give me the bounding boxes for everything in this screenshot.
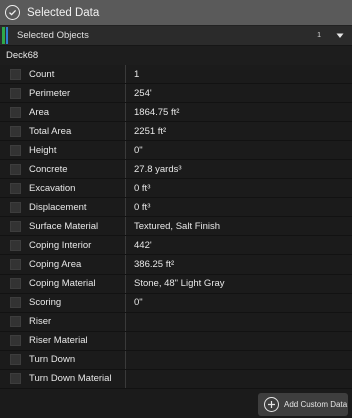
checkbox-cell bbox=[0, 198, 27, 216]
row-label: Height bbox=[27, 141, 126, 160]
table-row: Turn Down bbox=[0, 350, 352, 370]
panel-title: Selected Data bbox=[27, 6, 100, 19]
row-value: 1 bbox=[134, 68, 140, 80]
row-label: Area bbox=[27, 103, 126, 122]
add-custom-data-button[interactable]: Add Custom Data bbox=[258, 393, 348, 416]
object-name: Deck68 bbox=[0, 46, 352, 65]
checkbox-cell bbox=[0, 217, 27, 235]
row-value: 27.8 yards³ bbox=[134, 163, 182, 175]
checkbox-cell bbox=[0, 294, 27, 312]
checkbox-cell bbox=[0, 141, 27, 159]
row-label: Coping Area bbox=[27, 255, 126, 274]
row-label: Riser bbox=[27, 312, 126, 331]
table-row: Riser bbox=[0, 312, 352, 332]
checkbox-cell bbox=[0, 236, 27, 254]
table-row: Coping Interior 442' bbox=[0, 236, 352, 256]
table-row: Perimeter 254' bbox=[0, 84, 352, 104]
row-label: Coping Interior bbox=[27, 236, 126, 255]
table-row: Turn Down Material bbox=[0, 369, 352, 389]
row-checkbox[interactable] bbox=[10, 163, 21, 175]
checkbox-cell bbox=[0, 122, 27, 140]
row-label: Count bbox=[27, 65, 126, 84]
checkbox-cell bbox=[0, 275, 27, 293]
checkbox-cell bbox=[0, 255, 27, 273]
table-row: Displacement 0 ft³ bbox=[0, 198, 352, 218]
row-value: 386.25 ft² bbox=[134, 258, 175, 270]
data-table: Count 1 Perimeter 254' Area 1864.75 ft² Total … bbox=[0, 65, 352, 392]
table-row: Coping Material Stone, 48" Light Gray bbox=[0, 274, 352, 294]
row-checkbox[interactable] bbox=[10, 68, 21, 80]
row-value: 1864.75 ft² bbox=[134, 106, 180, 118]
panel-header: Selected Data bbox=[0, 0, 352, 25]
row-checkbox[interactable] bbox=[10, 335, 21, 347]
row-label: Concrete bbox=[27, 160, 126, 179]
checkbox-cell bbox=[0, 160, 27, 178]
checkbox-cell bbox=[0, 84, 27, 102]
row-label: Perimeter bbox=[27, 84, 126, 103]
row-label: Total Area bbox=[27, 122, 126, 141]
table-row: Count 1 bbox=[0, 65, 352, 85]
row-value: 0" bbox=[134, 297, 143, 309]
table-row: Height 0" bbox=[0, 141, 352, 161]
row-label: Surface Material bbox=[27, 217, 126, 236]
checkbox-cell bbox=[0, 313, 27, 331]
table-row: Scoring 0" bbox=[0, 293, 352, 313]
row-checkbox[interactable] bbox=[10, 182, 21, 194]
table-row: Riser Material bbox=[0, 331, 352, 351]
row-label: Displacement bbox=[27, 198, 126, 217]
row-value: Textured, Salt Finish bbox=[134, 220, 221, 232]
checkbox-cell bbox=[0, 370, 27, 388]
row-checkbox[interactable] bbox=[10, 278, 21, 290]
row-label: Excavation bbox=[27, 179, 126, 198]
row-value: Stone, 48" Light Gray bbox=[134, 278, 225, 290]
row-label: Riser Material bbox=[27, 331, 126, 350]
dropdown-label: Selected Objects bbox=[17, 30, 89, 41]
row-checkbox[interactable] bbox=[10, 354, 21, 366]
check-circle-icon[interactable] bbox=[5, 5, 20, 20]
checkbox-cell bbox=[0, 351, 27, 369]
checkbox-cell bbox=[0, 332, 27, 350]
chevron-down-icon[interactable] bbox=[335, 31, 345, 41]
table-row: Excavation 0 ft³ bbox=[0, 179, 352, 199]
row-value: 442' bbox=[134, 239, 152, 251]
row-value: 2251 ft² bbox=[134, 125, 167, 137]
row-checkbox[interactable] bbox=[10, 297, 21, 309]
blue-accent-stripe bbox=[6, 27, 8, 44]
row-value: 0 ft³ bbox=[134, 182, 151, 194]
add-custom-data-label: Add Custom Data bbox=[284, 400, 348, 409]
checkbox-cell bbox=[0, 65, 27, 83]
table-row: Total Area 2251 ft² bbox=[0, 122, 352, 142]
row-value: 254' bbox=[134, 87, 152, 99]
selection-count: 1 bbox=[317, 32, 321, 39]
row-checkbox[interactable] bbox=[10, 87, 21, 99]
row-value: 0" bbox=[134, 144, 143, 156]
panel-footer: Add Custom Data bbox=[0, 392, 352, 418]
selected-objects-dropdown[interactable]: Selected Objects 1 bbox=[0, 25, 352, 46]
row-checkbox[interactable] bbox=[10, 106, 21, 118]
row-value: 0 ft³ bbox=[134, 201, 151, 213]
row-checkbox[interactable] bbox=[10, 316, 21, 328]
checkbox-cell bbox=[0, 103, 27, 121]
row-label: Coping Material bbox=[27, 274, 126, 293]
table-row: Surface Material Textured, Salt Finish bbox=[0, 217, 352, 237]
row-checkbox[interactable] bbox=[10, 258, 21, 270]
table-row: Concrete 27.8 yards³ bbox=[0, 160, 352, 180]
row-label: Turn Down Material bbox=[27, 369, 126, 388]
row-label: Scoring bbox=[27, 293, 126, 312]
checkbox-cell bbox=[0, 179, 27, 197]
plus-circle-icon bbox=[264, 397, 279, 412]
table-row: Area 1864.75 ft² bbox=[0, 103, 352, 123]
row-checkbox[interactable] bbox=[10, 125, 21, 137]
row-checkbox[interactable] bbox=[10, 144, 21, 156]
row-checkbox[interactable] bbox=[10, 373, 21, 385]
row-label: Turn Down bbox=[27, 350, 126, 369]
table-row: Coping Area 386.25 ft² bbox=[0, 255, 352, 275]
row-checkbox[interactable] bbox=[10, 239, 21, 251]
green-accent-stripe bbox=[2, 27, 5, 44]
row-checkbox[interactable] bbox=[10, 220, 21, 232]
row-checkbox[interactable] bbox=[10, 201, 21, 213]
